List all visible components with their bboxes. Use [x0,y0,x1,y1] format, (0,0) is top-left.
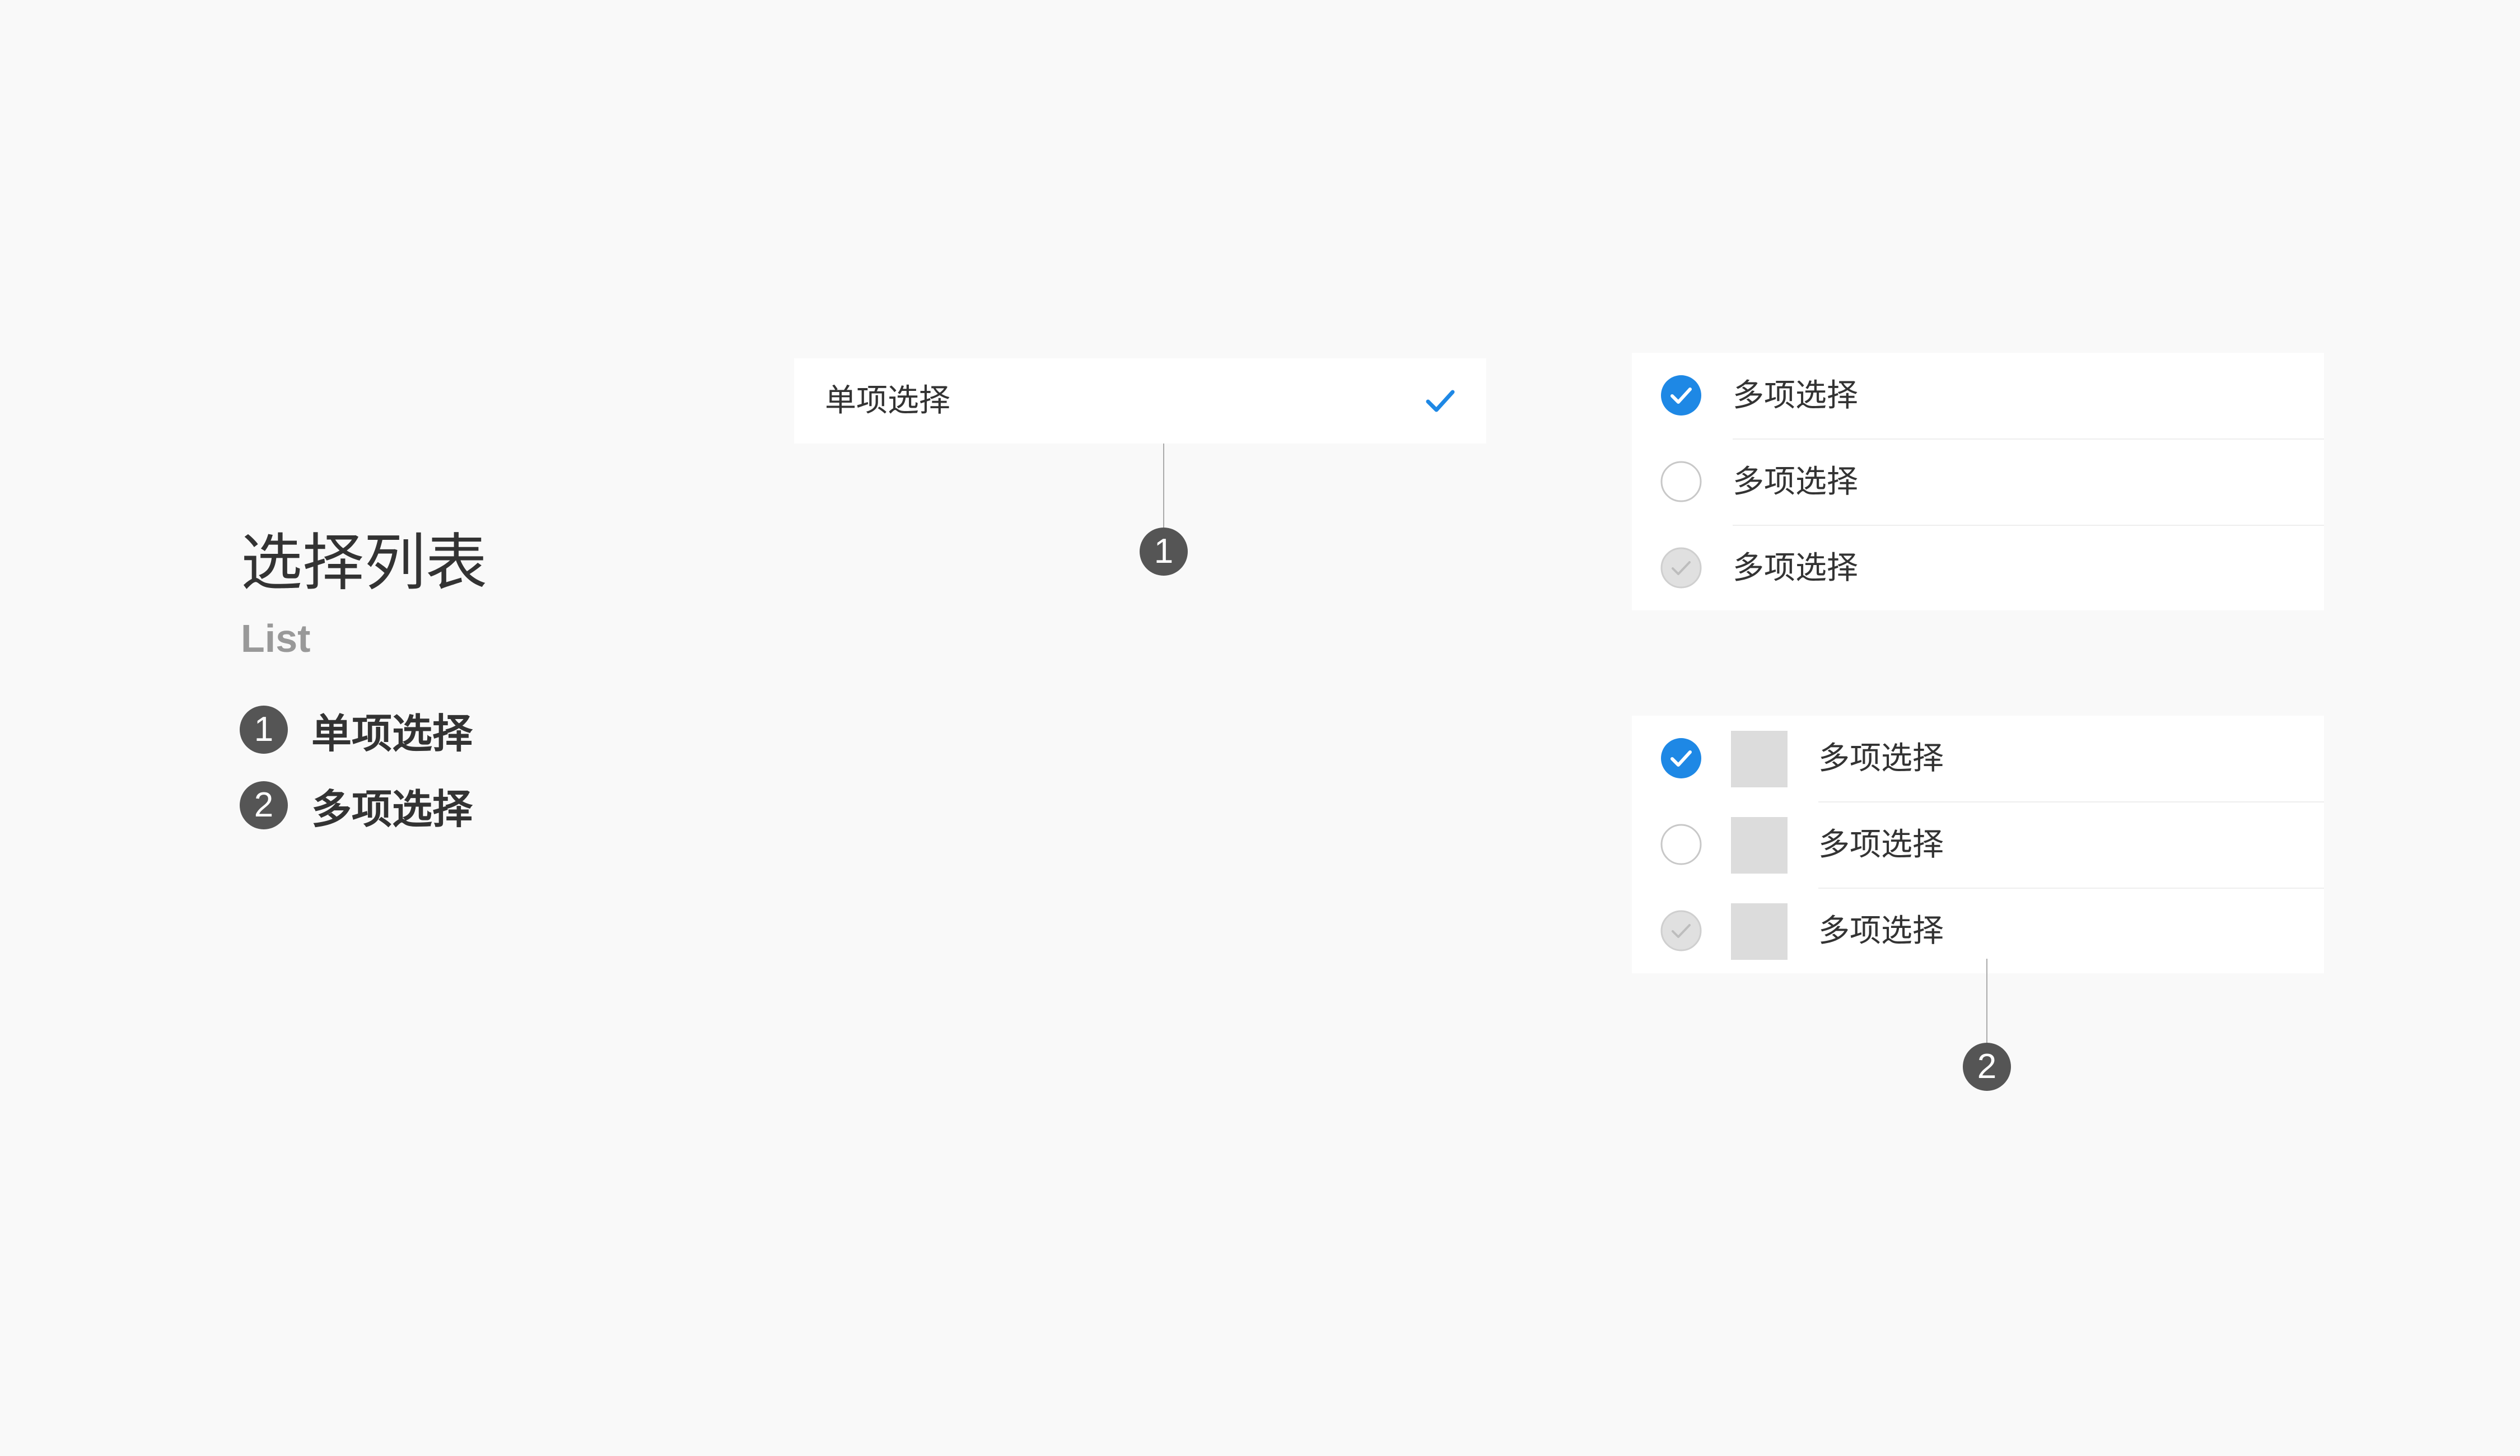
checkmark-circle-filled-icon[interactable] [1660,738,1702,779]
list-item: 多项选择 [1632,525,2324,611]
list-item: 多项选择 [1632,888,2324,974]
legend-item-single-select: 1 单项选择 [240,704,473,757]
row-label: 多项选择 [1818,740,1944,777]
callout-line [1986,959,1987,1043]
thumbnail-placeholder [1731,903,1788,960]
list-item[interactable]: 多项选择 [1632,716,2324,802]
callout-line [1163,444,1164,528]
checkmark-icon [1426,390,1455,412]
list-item[interactable]: 多项选择 [1632,802,2324,889]
checkmark-circle-disabled-icon [1660,547,1702,589]
legend-item-multi-select: 2 多项选择 [240,780,473,833]
single-select-row[interactable]: 单项选择 [794,358,1486,444]
thumbnail-placeholder [1731,731,1788,787]
empty-circle-icon[interactable] [1660,461,1702,502]
checkmark-circle-disabled-icon [1660,910,1702,951]
empty-circle-icon[interactable] [1660,824,1702,865]
page-subtitle: List [241,617,311,660]
callout-badge: 1 [1140,528,1188,576]
list-item[interactable]: 多项选择 [1632,353,2324,440]
multi-select-list: 多项选择 多项选择 多项选择 [1632,353,2324,610]
row-label: 多项选择 [1733,377,1858,414]
row-label: 单项选择 [825,382,950,419]
page-title: 选择列表 [241,527,487,599]
callout-badge: 2 [1963,1043,2011,1091]
legend-label: 单项选择 [311,710,473,757]
legend-label: 多项选择 [311,785,473,833]
number-badge: 2 [240,781,288,829]
row-label: 多项选择 [1818,913,1944,949]
row-label: 多项选择 [1733,550,1858,586]
multi-select-list-with-thumbnails: 多项选择 多项选择 多项选择 [1632,716,2324,973]
checkmark-circle-filled-icon[interactable] [1660,375,1702,416]
thumbnail-placeholder [1731,817,1788,874]
row-label: 多项选择 [1818,827,1944,863]
row-label: 多项选择 [1733,464,1858,500]
number-badge: 1 [240,706,288,754]
list-item[interactable]: 多项选择 [1632,439,2324,526]
